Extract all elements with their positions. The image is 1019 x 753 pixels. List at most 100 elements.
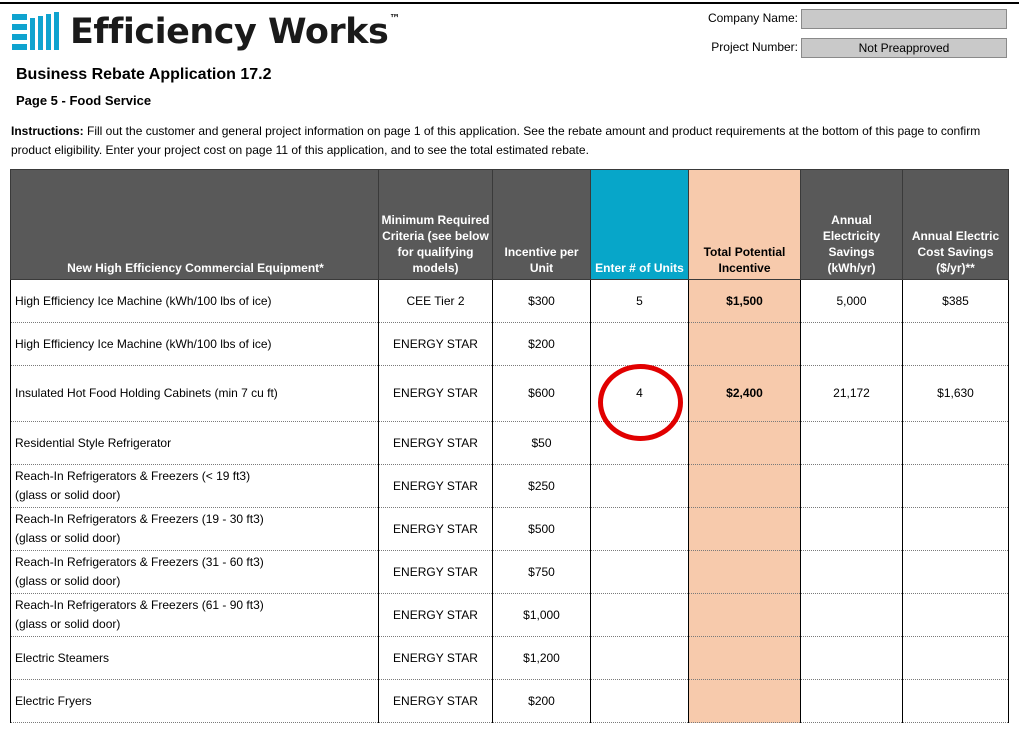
table-row: High Efficiency Ice Machine (kWh/100 lbs… <box>10 322 1009 366</box>
column-header-criteria: Minimum Required Criteria (see below for… <box>378 169 493 280</box>
company-name-field[interactable] <box>801 9 1007 29</box>
table-header-row: New High Efficiency Commercial Equipment… <box>10 169 1009 280</box>
equipment-cell: Electric Steamers <box>10 636 379 680</box>
incentive-cell: $600 <box>492 365 591 422</box>
criteria-cell: ENERGY STAR <box>378 421 493 465</box>
project-number-label: Project Number: <box>711 40 798 54</box>
kwh-savings-cell <box>800 507 903 551</box>
column-header-units: Enter # of Units <box>590 169 689 280</box>
kwh-savings-cell <box>800 593 903 637</box>
incentive-cell: $500 <box>492 507 591 551</box>
criteria-cell: ENERGY STAR <box>378 464 493 508</box>
units-input-cell[interactable] <box>590 679 689 723</box>
kwh-savings-cell <box>800 464 903 508</box>
total-incentive-cell <box>688 421 801 465</box>
page-title: Business Rebate Application 17.2 <box>16 66 272 83</box>
cost-savings-cell <box>902 464 1009 508</box>
logo-wordmark: Efficiency Works™ <box>70 11 400 52</box>
efficiency-works-bars-logo-icon <box>12 12 59 50</box>
incentive-cell: $1,200 <box>492 636 591 680</box>
equipment-cell: High Efficiency Ice Machine (kWh/100 lbs… <box>10 279 379 323</box>
equipment-cell: Reach-In Refrigerators & Freezers (19 - … <box>10 507 379 551</box>
units-input-cell[interactable] <box>590 550 689 594</box>
highlight-circle-annotation <box>598 364 683 441</box>
kwh-savings-cell: 21,172 <box>800 365 903 422</box>
criteria-cell: ENERGY STAR <box>378 365 493 422</box>
units-input-cell[interactable] <box>590 507 689 551</box>
total-incentive-cell <box>688 679 801 723</box>
incentive-cell: $200 <box>492 322 591 366</box>
incentive-cell: $1,000 <box>492 593 591 637</box>
total-incentive-cell <box>688 507 801 551</box>
company-name-label: Company Name: <box>707 11 798 25</box>
cost-savings-cell <box>902 593 1009 637</box>
units-input-cell[interactable] <box>590 464 689 508</box>
equipment-cell: Reach-In Refrigerators & Freezers (< 19 … <box>10 464 379 508</box>
project-number-field[interactable]: Not Preapproved <box>801 38 1007 58</box>
criteria-cell: ENERGY STAR <box>378 550 493 594</box>
total-incentive-cell <box>688 636 801 680</box>
column-header-cost: Annual Electric Cost Savings ($/yr)** <box>902 169 1009 280</box>
incentive-cell: $300 <box>492 279 591 323</box>
criteria-cell: ENERGY STAR <box>378 679 493 723</box>
total-incentive-cell <box>688 550 801 594</box>
units-input-cell[interactable] <box>590 593 689 637</box>
criteria-cell: ENERGY STAR <box>378 322 493 366</box>
column-header-total: Total Potential Incentive <box>688 169 801 280</box>
instructions: Instructions: Fill out the customer and … <box>11 122 1016 160</box>
incentive-cell: $750 <box>492 550 591 594</box>
total-incentive-cell <box>688 464 801 508</box>
kwh-savings-cell <box>800 322 903 366</box>
incentive-cell: $50 <box>492 421 591 465</box>
table-row: Residential Style Refrigerator ENERGY ST… <box>10 421 1009 465</box>
equipment-cell: Insulated Hot Food Holding Cabinets (min… <box>10 365 379 422</box>
total-incentive-cell <box>688 593 801 637</box>
kwh-savings-cell: 5,000 <box>800 279 903 323</box>
units-input-cell[interactable] <box>590 636 689 680</box>
column-header-incentive: Incentive per Unit <box>492 169 591 280</box>
total-incentive-cell: $2,400 <box>688 365 801 422</box>
total-incentive-cell: $1,500 <box>688 279 801 323</box>
units-input-cell[interactable] <box>590 322 689 366</box>
kwh-savings-cell <box>800 421 903 465</box>
table-row: Reach-In Refrigerators & Freezers (19 - … <box>10 507 1009 551</box>
equipment-cell: Reach-In Refrigerators & Freezers (31 - … <box>10 550 379 594</box>
total-incentive-cell <box>688 322 801 366</box>
equipment-cell: High Efficiency Ice Machine (kWh/100 lbs… <box>10 322 379 366</box>
kwh-savings-cell <box>800 550 903 594</box>
table-row: Electric Fryers ENERGY STAR $200 <box>10 679 1009 723</box>
column-header-kwh: Annual Electricity Savings (kWh/yr) <box>800 169 903 280</box>
cost-savings-cell <box>902 322 1009 366</box>
instructions-label: Instructions: <box>11 124 84 138</box>
table-row: Reach-In Refrigerators & Freezers (61 - … <box>10 593 1009 637</box>
criteria-cell: ENERGY STAR <box>378 507 493 551</box>
instructions-text: Fill out the customer and general projec… <box>11 124 981 157</box>
table-row: Reach-In Refrigerators & Freezers (< 19 … <box>10 464 1009 508</box>
food-service-equipment-table: New High Efficiency Commercial Equipment… <box>10 169 1009 723</box>
cost-savings-cell <box>902 636 1009 680</box>
cost-savings-cell <box>902 507 1009 551</box>
equipment-cell: Electric Fryers <box>10 679 379 723</box>
kwh-savings-cell <box>800 636 903 680</box>
table-row: Electric Steamers ENERGY STAR $1,200 <box>10 636 1009 680</box>
cost-savings-cell <box>902 550 1009 594</box>
table-row: High Efficiency Ice Machine (kWh/100 lbs… <box>10 279 1009 323</box>
cost-savings-cell: $385 <box>902 279 1009 323</box>
cost-savings-cell: $1,630 <box>902 365 1009 422</box>
page-subtitle: Page 5 - Food Service <box>16 93 152 108</box>
incentive-cell: $200 <box>492 679 591 723</box>
table-row: Reach-In Refrigerators & Freezers (31 - … <box>10 550 1009 594</box>
criteria-cell: ENERGY STAR <box>378 636 493 680</box>
cost-savings-cell <box>902 679 1009 723</box>
equipment-cell: Reach-In Refrigerators & Freezers (61 - … <box>10 593 379 637</box>
kwh-savings-cell <box>800 679 903 723</box>
units-input-cell[interactable]: 5 <box>590 279 689 323</box>
column-header-equipment: New High Efficiency Commercial Equipment… <box>10 169 379 280</box>
efficiency-works-logo: Efficiency Works™ <box>12 10 400 54</box>
cost-savings-cell <box>902 421 1009 465</box>
criteria-cell: CEE Tier 2 <box>378 279 493 323</box>
top-rule <box>0 2 1019 4</box>
table-row: Insulated Hot Food Holding Cabinets (min… <box>10 365 1009 422</box>
criteria-cell: ENERGY STAR <box>378 593 493 637</box>
equipment-cell: Residential Style Refrigerator <box>10 421 379 465</box>
